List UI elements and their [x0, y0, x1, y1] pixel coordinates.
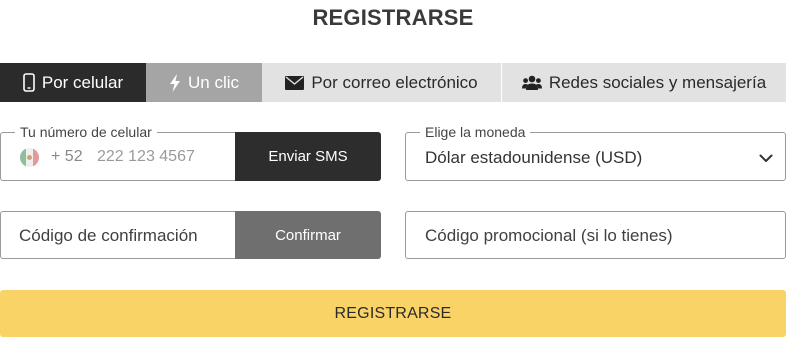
confirmation-code-field — [0, 211, 236, 259]
mexico-flag-icon — [20, 148, 39, 167]
phone-icon — [23, 73, 35, 92]
confirmation-code-input[interactable] — [19, 224, 229, 248]
confirm-button[interactable]: Confirmar — [235, 211, 381, 259]
phone-field-label: Tu número de celular — [15, 124, 157, 140]
tab-phone-label: Por celular — [41, 72, 124, 92]
envelope-icon — [285, 75, 305, 90]
tab-email[interactable]: Por correo electrónico — [262, 63, 502, 102]
page-title: REGISTRARSE — [312, 5, 474, 30]
tab-one-click[interactable]: Un clic — [146, 63, 262, 102]
send-sms-button[interactable]: Enviar SMS — [235, 132, 381, 181]
lightning-icon — [169, 73, 181, 92]
currency-select[interactable]: Elige la moneda Dólar estadounidense (US… — [405, 124, 786, 181]
phone-field: Tu número de celular + 52 — [0, 124, 236, 181]
promo-code-field — [405, 211, 786, 259]
users-icon — [521, 75, 542, 91]
tab-phone[interactable]: Por celular — [0, 63, 146, 102]
currency-field-label: Elige la moneda — [420, 124, 531, 140]
phone-input[interactable] — [97, 145, 232, 169]
tab-social[interactable]: Redes sociales y mensajería — [502, 63, 786, 102]
registration-method-tabs: Por celular Un clic Por correo electróni… — [0, 63, 786, 102]
tab-social-label: Redes sociales y mensajería — [548, 72, 767, 92]
tab-email-label: Por correo electrónico — [311, 72, 478, 92]
promo-code-input[interactable] — [425, 224, 775, 248]
chevron-down-icon — [759, 150, 773, 168]
register-button[interactable]: REGISTRARSE — [0, 290, 786, 337]
country-code: + 52 — [51, 148, 83, 165]
tab-one-click-label: Un clic — [187, 72, 239, 92]
currency-value: Dólar estadounidense (USD) — [425, 148, 643, 167]
